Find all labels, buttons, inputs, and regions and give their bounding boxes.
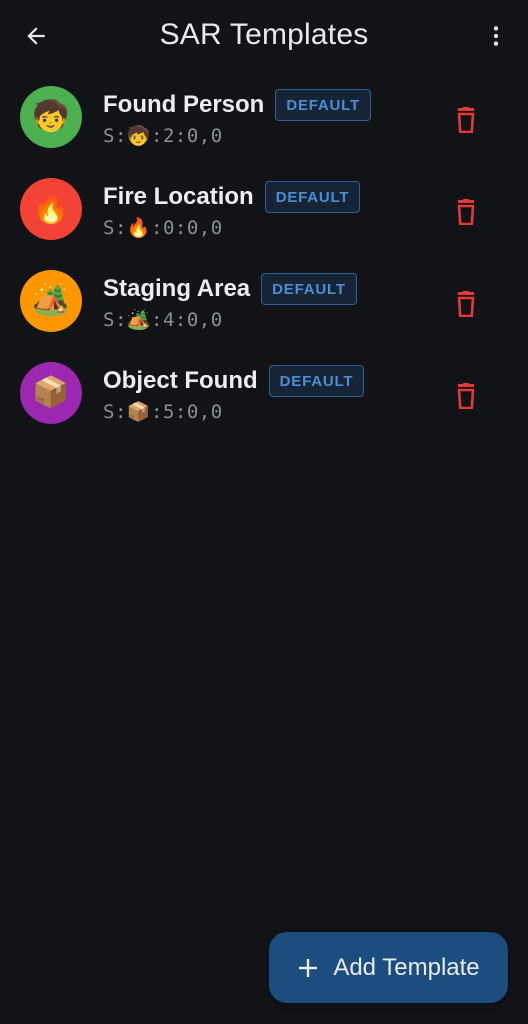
- template-row[interactable]: 📦 Object Found DEFAULT S:📦:5:0,0: [0, 348, 528, 440]
- template-code: S:🏕️:4:0,0: [103, 309, 223, 331]
- template-emoji: 🧒: [32, 100, 70, 133]
- app-root: SAR Templates 🧒 Found Person DEFAULT S:🧒…: [0, 0, 528, 1024]
- template-row[interactable]: 🔥 Fire Location DEFAULT S:🔥:0:0,0: [0, 164, 528, 256]
- template-row[interactable]: 🏕️ Staging Area DEFAULT S:🏕️:4:0,0: [0, 256, 528, 348]
- delete-button[interactable]: [448, 194, 484, 230]
- trash-icon: [457, 199, 475, 225]
- add-template-button[interactable]: Add Template: [269, 932, 508, 1003]
- default-badge: DEFAULT: [264, 181, 361, 213]
- template-code: S:🧒:2:0,0: [103, 125, 223, 147]
- template-row[interactable]: 🧒 Found Person DEFAULT S:🧒:2:0,0: [0, 72, 528, 164]
- more-vertical-icon: [493, 26, 499, 46]
- delete-button[interactable]: [448, 102, 484, 138]
- template-emoji: 🏕️: [32, 284, 70, 317]
- app-bar: SAR Templates: [0, 0, 528, 72]
- template-avatar: 📦: [20, 362, 82, 424]
- add-template-label: Add Template: [333, 953, 480, 981]
- template-name: Fire Location: [103, 183, 254, 210]
- template-emoji: 📦: [32, 376, 70, 409]
- page-title: SAR Templates: [159, 18, 369, 51]
- default-badge: DEFAULT: [268, 365, 365, 397]
- default-badge: DEFAULT: [275, 89, 371, 121]
- trash-icon: [457, 107, 475, 133]
- template-avatar: 🏕️: [20, 270, 82, 332]
- template-avatar: 🧒: [20, 86, 82, 148]
- template-code: S:📦:5:0,0: [103, 401, 223, 423]
- more-options-button[interactable]: [478, 18, 514, 54]
- template-emoji: 🔥: [32, 192, 70, 225]
- template-avatar: 🔥: [20, 178, 82, 240]
- delete-button[interactable]: [448, 378, 484, 414]
- plus-icon: [299, 958, 318, 977]
- template-code: S:🔥:0:0,0: [103, 217, 223, 239]
- trash-icon: [457, 383, 475, 409]
- template-name: Object Found: [103, 367, 258, 394]
- trash-icon: [457, 291, 475, 317]
- delete-button[interactable]: [448, 286, 484, 322]
- template-name: Staging Area: [103, 275, 251, 302]
- template-list: 🧒 Found Person DEFAULT S:🧒:2:0,0 🔥 Fire …: [0, 72, 528, 440]
- template-name: Found Person: [103, 91, 265, 118]
- default-badge: DEFAULT: [261, 273, 357, 305]
